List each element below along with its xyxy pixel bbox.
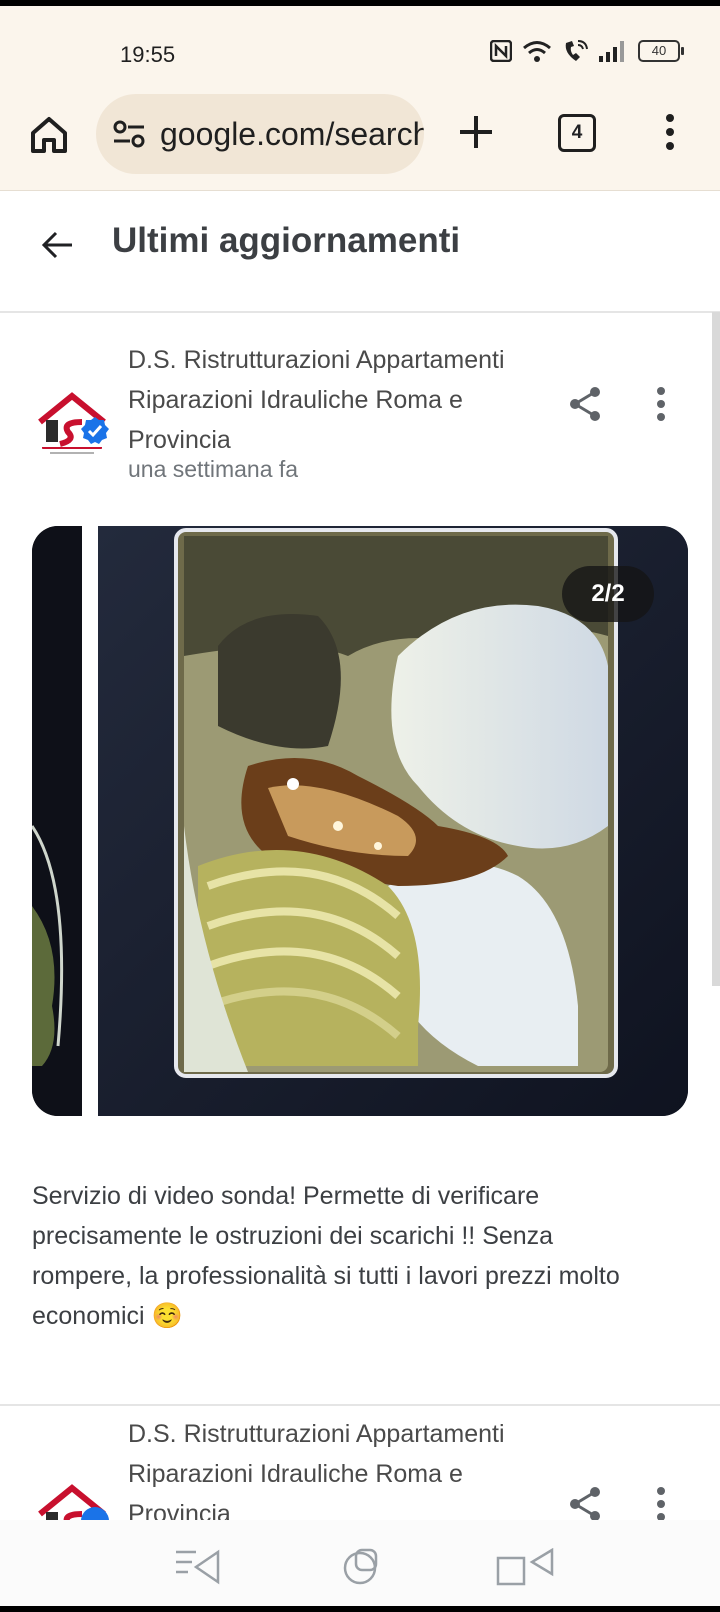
browser-menu-icon[interactable] — [660, 112, 680, 152]
home-icon[interactable] — [28, 114, 70, 156]
previous-image[interactable] — [32, 526, 82, 1116]
site-settings-icon[interactable] — [112, 119, 146, 149]
signal-icon — [599, 41, 624, 62]
more-options-icon[interactable] — [654, 1486, 668, 1520]
post-header: D.S. Ristrutturazioni Appartamenti Ripar… — [0, 330, 720, 490]
system-nav-bar — [0, 1520, 720, 1612]
status-time: 19:55 — [120, 42, 176, 67]
browser-toolbar: google.com/search 4 — [0, 86, 720, 191]
next-post-business-name[interactable]: D.S. Ristrutturazioni Appartamenti Ripar… — [128, 1420, 518, 1520]
status-icons: 40 — [490, 36, 684, 66]
nav-recents-icon[interactable] — [496, 1548, 556, 1588]
nav-home-icon[interactable] — [340, 1546, 380, 1586]
url-text: google.com/search — [160, 115, 424, 152]
nav-back-icon[interactable] — [174, 1548, 222, 1586]
business-name[interactable]: D.S. Ristrutturazioni Appartamenti Ripar… — [128, 340, 518, 460]
wifi-icon — [523, 41, 551, 62]
verified-badge-icon — [81, 1507, 109, 1520]
post-divider — [0, 1404, 720, 1406]
nfc-icon — [490, 40, 512, 62]
battery-icon: 40 — [638, 40, 684, 62]
post-timestamp: una settimana fa — [128, 456, 299, 482]
previous-photo — [32, 526, 82, 1116]
wifi-calling-icon — [565, 40, 588, 61]
page-title: Ultimi aggiornamenti — [112, 221, 461, 260]
more-options-icon[interactable] — [654, 386, 668, 422]
verified-badge-icon — [81, 417, 109, 444]
screen-bottom-edge — [0, 1606, 720, 1612]
share-icon[interactable] — [568, 1486, 602, 1520]
post-text: Servizio di video sonda! Permette di ver… — [32, 1182, 620, 1330]
tab-switcher-button[interactable]: 4 — [558, 114, 596, 152]
post-image[interactable]: 2/2 — [98, 526, 688, 1116]
new-tab-icon[interactable] — [456, 112, 496, 152]
back-arrow-icon[interactable] — [40, 227, 76, 263]
image-carousel[interactable]: 2/2 — [32, 526, 688, 1116]
page-header: Ultimi aggiornamenti — [0, 191, 720, 313]
address-bar[interactable]: google.com/search — [96, 94, 424, 174]
image-counter: 2/2 — [562, 566, 654, 622]
next-post[interactable]: D.S. Ristrutturazioni Appartamenti Ripar… — [0, 1420, 720, 1520]
share-icon[interactable] — [568, 386, 602, 422]
status-bar: 19:55 40 — [0, 6, 720, 86]
